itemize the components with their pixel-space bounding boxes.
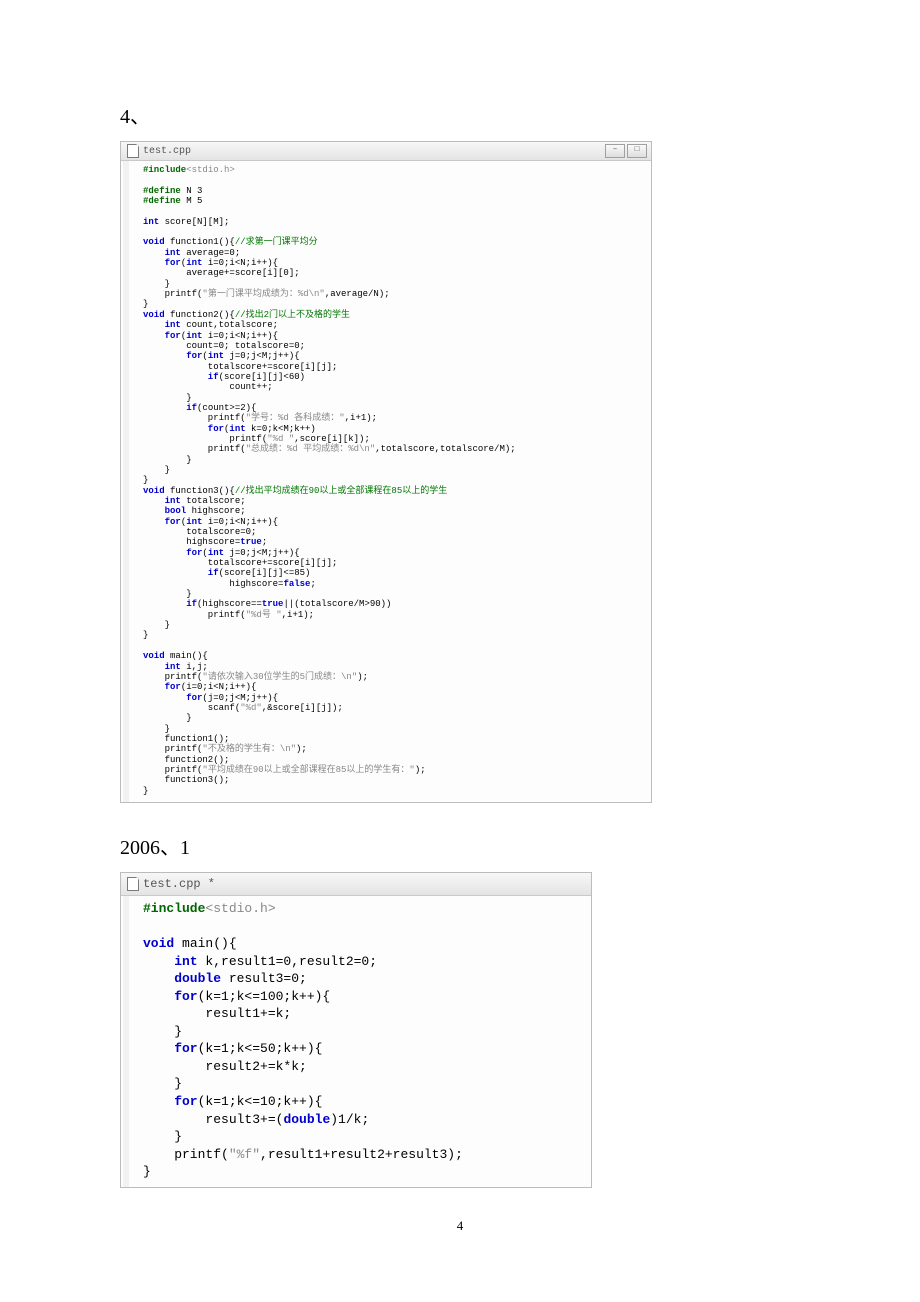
tab-1: test.cpp xyxy=(127,144,191,158)
code-body-2: #include<stdio.h> void main(){ int k,res… xyxy=(123,896,591,1187)
file-icon xyxy=(127,144,139,158)
page-number: 4 xyxy=(120,1218,800,1234)
titlebar-1: test.cpp – □ xyxy=(121,142,651,161)
code-window-1: test.cpp – □ #include<stdio.h> #define N… xyxy=(120,141,652,803)
code-window-2: test.cpp * #include<stdio.h> void main()… xyxy=(120,872,592,1188)
document-page: 4、 test.cpp – □ #include<stdio.h> #defin… xyxy=(0,0,920,1274)
tab-title-1: test.cpp xyxy=(143,146,191,157)
heading-2006-1: 2006、1 xyxy=(120,831,800,860)
window-buttons: – □ xyxy=(605,144,647,158)
maximize-button[interactable]: □ xyxy=(627,144,647,158)
tab-title-2: test.cpp * xyxy=(143,877,215,891)
titlebar-2: test.cpp * xyxy=(121,873,591,896)
code-content-2: #include<stdio.h> void main(){ int k,res… xyxy=(143,900,587,1181)
tab-2: test.cpp * xyxy=(127,877,215,891)
code-content-1: #include<stdio.h> #define N 3 #define M … xyxy=(143,165,647,796)
code-body-1: #include<stdio.h> #define N 3 #define M … xyxy=(123,161,651,802)
minimize-button[interactable]: – xyxy=(605,144,625,158)
heading-4: 4、 xyxy=(120,100,800,129)
file-icon xyxy=(127,877,139,891)
